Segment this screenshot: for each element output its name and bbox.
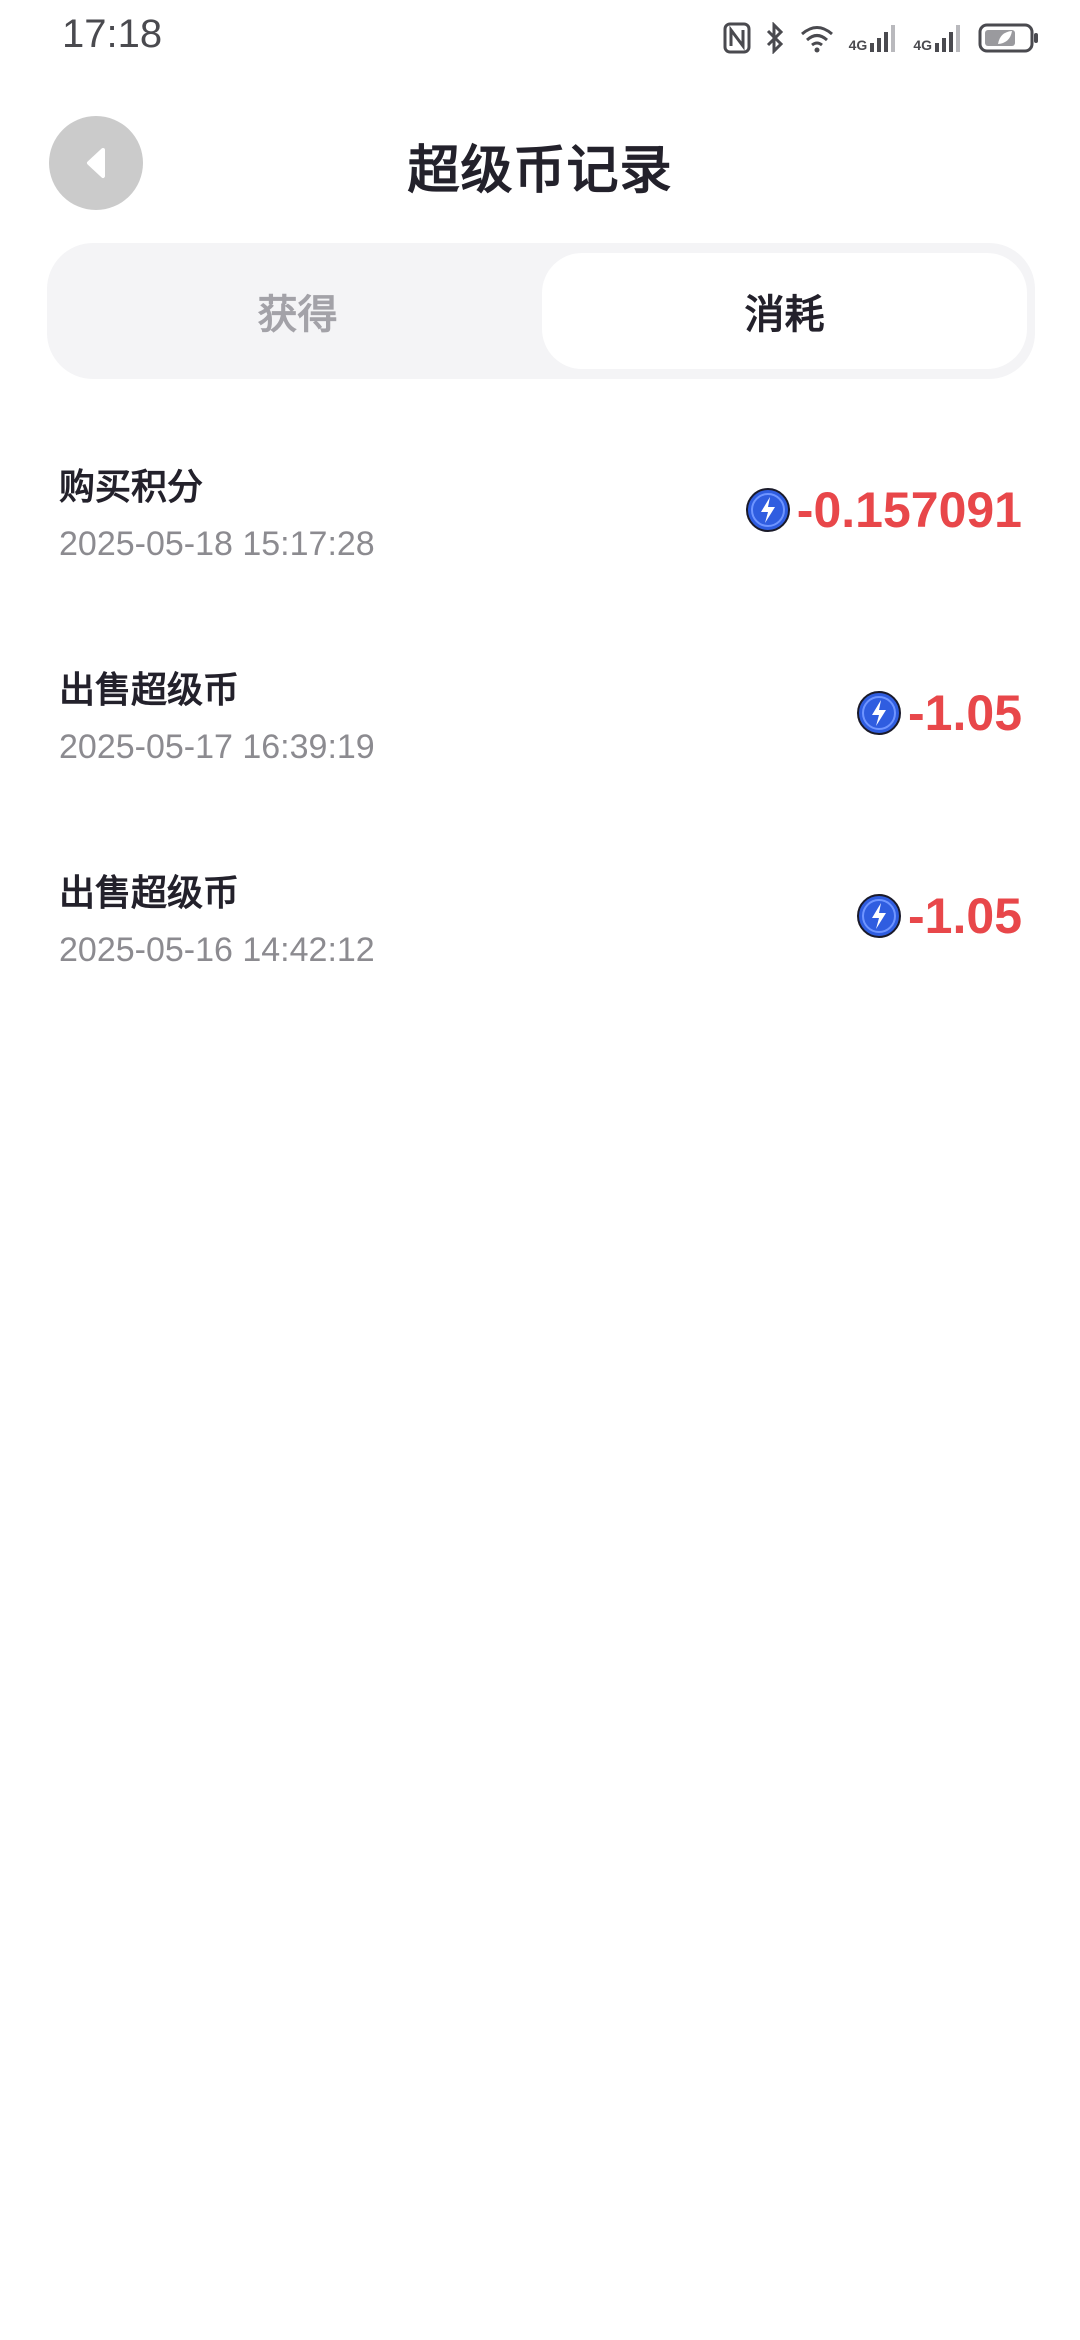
amount-value: -1.05: [908, 685, 1022, 741]
bluetooth-icon: [765, 22, 785, 54]
battery-icon: [978, 22, 1040, 54]
record-title: 购买积分: [59, 467, 204, 508]
super-coin-icon: [857, 691, 902, 735]
super-coin-icon: [857, 894, 902, 938]
super-coin-icon: [745, 488, 790, 532]
signal-icon: 4G: [913, 23, 964, 53]
network-label: 4G: [913, 37, 932, 53]
record-amount: -0.157091: [745, 480, 1022, 540]
tab-bar: 获得 消耗: [47, 243, 1035, 379]
status-time: 17:18: [62, 12, 163, 56]
page-title: 超级币记录: [407, 141, 673, 201]
record-list: 购买积分 2025-05-18 15:17:28 -0.157091 出售超级币…: [0, 430, 1080, 1039]
network-label: 4G: [848, 37, 868, 53]
record-amount: -1.05: [856, 683, 1022, 743]
signal-icon: 4G: [849, 23, 900, 53]
record-amount: -1.05: [856, 886, 1022, 946]
nfc-icon: [723, 22, 751, 54]
amount-value: -0.157091: [796, 482, 1022, 538]
list-item: 出售超级币 2025-05-16 14:42:12 -1.05: [0, 836, 1080, 1039]
tab-spent[interactable]: 消耗: [542, 253, 1027, 369]
status-icons: 4G 4G: [723, 18, 1040, 58]
list-item: 出售超级币 2025-05-17 16:39:19 -1.05: [0, 633, 1080, 836]
wifi-icon: [799, 23, 835, 53]
list-item: 购买积分 2025-05-18 15:17:28 -0.157091: [0, 430, 1080, 633]
record-title: 出售超级币: [59, 670, 240, 711]
amount-value: -1.05: [908, 888, 1022, 944]
record-time: 2025-05-17 16:39:19: [59, 728, 375, 766]
status-bar: 17:18 4G 4G: [0, 0, 1080, 80]
record-title: 出售超级币: [59, 873, 240, 914]
record-time: 2025-05-18 15:17:28: [59, 525, 375, 563]
tab-earned[interactable]: 获得: [55, 253, 540, 369]
record-time: 2025-05-16 14:42:12: [59, 931, 375, 969]
